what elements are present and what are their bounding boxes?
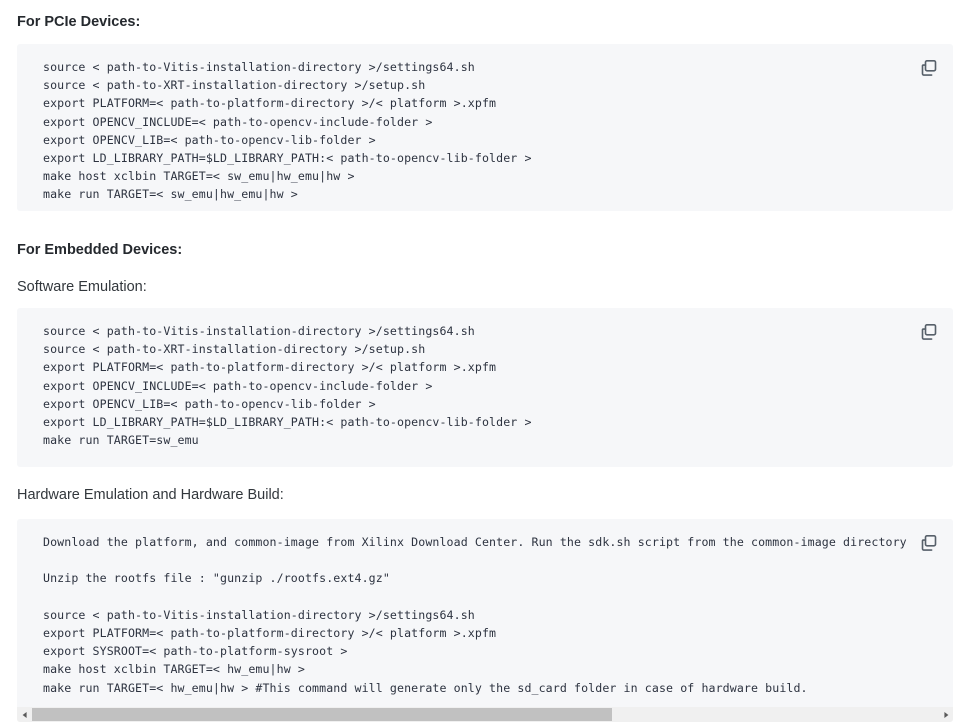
copy-icon-button-hardware-emulation[interactable]	[919, 533, 939, 553]
chevron-left-icon[interactable]	[17, 707, 32, 722]
code-block-pcie: source < path-to-Vitis-installation-dire…	[17, 44, 953, 211]
scrollbar-track[interactable]	[32, 707, 938, 722]
heading-for-embedded-devices: For Embedded Devices:	[17, 242, 182, 259]
code-block-software-emulation: source < path-to-Vitis-installation-dire…	[17, 308, 953, 467]
horizontal-scrollbar[interactable]	[17, 707, 953, 722]
documentation-page: For PCIe Devices: source < path-to-Vitis…	[0, 0, 975, 722]
chevron-right-icon[interactable]	[938, 707, 953, 722]
heading-for-pcie-devices: For PCIe Devices:	[17, 14, 140, 31]
copy-icon	[919, 322, 939, 342]
code-content-pcie: source < path-to-Vitis-installation-dire…	[17, 44, 953, 211]
copy-icon-button-pcie[interactable]	[919, 58, 939, 78]
code-content-hardware-emulation: Download the platform, and common-image …	[17, 519, 953, 719]
scrollbar-thumb[interactable]	[32, 708, 612, 721]
heading-software-emulation: Software Emulation:	[17, 279, 147, 296]
copy-icon	[919, 58, 939, 78]
copy-icon-button-software-emulation[interactable]	[919, 322, 939, 342]
heading-hardware-emulation-and-hardware-build: Hardware Emulation and Hardware Build:	[17, 487, 284, 504]
code-block-hardware-emulation: Download the platform, and common-image …	[17, 519, 953, 722]
code-content-software-emulation: source < path-to-Vitis-installation-dire…	[17, 308, 953, 463]
copy-icon	[919, 533, 939, 553]
